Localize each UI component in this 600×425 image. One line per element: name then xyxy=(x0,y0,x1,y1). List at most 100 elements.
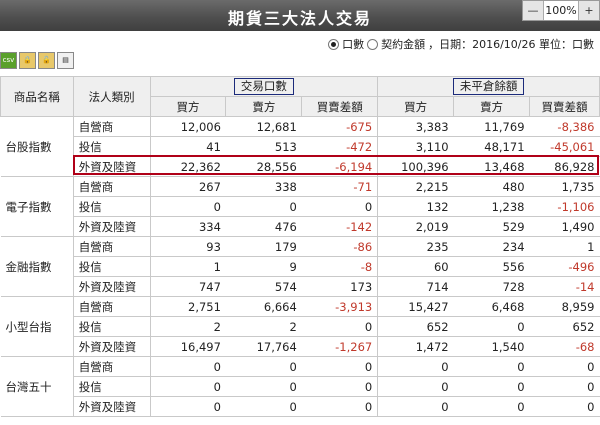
header-oi-diff: 買賣差額 xyxy=(529,96,600,117)
table-row: 投信 0 0 0 0 0 0 xyxy=(1,376,600,397)
value-cell: 60 xyxy=(377,256,454,277)
header-oi-buy: 買方 xyxy=(377,96,455,117)
value-cell: -86 xyxy=(301,236,379,257)
value-cell: 0 xyxy=(453,316,530,337)
value-cell: -68 xyxy=(529,336,600,357)
value-cell: 0 xyxy=(453,396,530,417)
value-cell: -472 xyxy=(301,136,379,157)
value-cell: 9 xyxy=(225,256,302,277)
value-cell: 0 xyxy=(529,396,600,417)
value-cell: -8,386 xyxy=(529,116,600,137)
header-group-contracts-label: 交易口數 xyxy=(233,78,294,95)
toolbar: csv 🔒 🔓 ▤ xyxy=(0,52,74,69)
category-cell: 投信 xyxy=(73,136,151,157)
value-cell: 15,427 xyxy=(377,296,454,317)
zoom-out-button[interactable]: — xyxy=(523,1,543,20)
value-cell: 0 xyxy=(453,376,530,397)
value-cell: 2 xyxy=(225,316,302,337)
product-name: 小型台指 xyxy=(0,296,74,357)
table-row: 台股指數 自營商 12,006 12,681 -675 3,383 11,769 -8,386 xyxy=(0,116,600,177)
value-cell: 234 xyxy=(453,236,530,257)
value-cell: 0 xyxy=(150,376,226,397)
table-row: 投信 2 2 0 652 0 652 xyxy=(1,316,600,337)
value-cell: 132 xyxy=(377,196,454,217)
value-cell: 100,396 xyxy=(377,156,454,177)
value-cell: 334 xyxy=(150,216,226,237)
value-cell: 6,664 xyxy=(225,296,302,317)
table-row: 外資及陸資 747 574 173 714 728 -14 xyxy=(1,276,600,297)
value-cell: -675 xyxy=(301,116,379,137)
value-cell: 0 xyxy=(301,376,379,397)
value-cell: 0 xyxy=(377,356,454,377)
value-cell: 22,362 xyxy=(150,156,226,177)
value-cell: 0 xyxy=(529,376,600,397)
header-oi-sell: 賣方 xyxy=(453,96,531,117)
csv-export-button[interactable]: csv xyxy=(0,52,17,69)
value-cell: 179 xyxy=(225,236,302,257)
zoom-control: — 100% + xyxy=(522,0,600,21)
value-cell: 267 xyxy=(150,176,226,197)
value-cell: -8 xyxy=(301,256,379,277)
category-cell: 自營商 xyxy=(73,236,151,257)
value-cell: 2,215 xyxy=(377,176,454,197)
value-cell: 1,238 xyxy=(453,196,530,217)
value-cell: 714 xyxy=(377,276,454,297)
category-cell: 外資及陸資 xyxy=(73,336,151,357)
header-group-oi-label: 未平倉餘額 xyxy=(452,78,525,95)
value-cell: 1 xyxy=(150,256,226,277)
value-cell: 338 xyxy=(225,176,302,197)
value-cell: 728 xyxy=(453,276,530,297)
value-cell: 1,490 xyxy=(529,216,600,237)
table-row: 外資及陸資 0 0 0 0 0 0 xyxy=(1,396,600,417)
value-cell: 13,468 xyxy=(453,156,530,177)
value-cell: -6,194 xyxy=(301,156,379,177)
category-cell: 外資及陸資 xyxy=(73,276,151,297)
value-cell: 0 xyxy=(453,356,530,377)
header-product: 商品名稱 xyxy=(0,76,74,117)
value-cell: 8,959 xyxy=(529,296,600,317)
value-cell: 1,735 xyxy=(529,176,600,197)
value-cell: 0 xyxy=(150,356,226,377)
radio-amount[interactable] xyxy=(367,38,379,50)
table-row: 投信 41 513 -472 3,110 48,171 -45,061 xyxy=(1,136,600,157)
value-cell: 0 xyxy=(301,196,379,217)
value-cell: 480 xyxy=(453,176,530,197)
value-cell: 652 xyxy=(377,316,454,337)
category-cell: 自營商 xyxy=(73,356,151,377)
table-row: 小型台指 自營商 2,751 6,664 -3,913 15,427 6,468 8,959 xyxy=(0,296,600,357)
value-cell: -45,061 xyxy=(529,136,600,157)
value-cell: -1,267 xyxy=(301,336,379,357)
zoom-in-button[interactable]: + xyxy=(579,1,599,20)
value-cell: -71 xyxy=(301,176,379,197)
value-cell: 556 xyxy=(453,256,530,277)
value-cell: -1,106 xyxy=(529,196,600,217)
value-cell: 0 xyxy=(529,356,600,377)
unit-options: 口數 契約金額 ，日期：2016/10/26 單位：口數 xyxy=(328,36,594,52)
header-diff: 買賣差額 xyxy=(301,96,379,117)
value-cell: 0 xyxy=(150,196,226,217)
value-cell: 2,751 xyxy=(150,296,226,317)
value-cell: 0 xyxy=(377,396,454,417)
lock-icon[interactable]: 🔒 xyxy=(19,52,36,69)
print-icon[interactable]: ▤ xyxy=(57,52,74,69)
header-category: 法人類別 xyxy=(72,76,151,117)
value-cell: 0 xyxy=(225,396,302,417)
category-cell: 投信 xyxy=(73,376,151,397)
value-cell: 0 xyxy=(301,396,379,417)
unlock-icon[interactable]: 🔓 xyxy=(38,52,55,69)
radio-contracts-label: 口數 xyxy=(342,38,365,51)
date-unit-text: ，日期：2016/10/26 單位：口數 xyxy=(428,38,594,51)
value-cell: 3,110 xyxy=(377,136,454,157)
category-cell: 投信 xyxy=(73,256,151,277)
radio-contracts[interactable] xyxy=(328,38,340,50)
value-cell: 0 xyxy=(377,376,454,397)
value-cell: 41 xyxy=(150,136,226,157)
header-group-contracts: 交易口數 xyxy=(149,76,379,97)
value-cell: 513 xyxy=(225,136,302,157)
value-cell: 0 xyxy=(225,196,302,217)
value-cell: 0 xyxy=(301,316,379,337)
value-cell: 0 xyxy=(150,396,226,417)
product-name: 台股指數 xyxy=(0,116,74,177)
value-cell: 17,764 xyxy=(225,336,302,357)
value-cell: 652 xyxy=(529,316,600,337)
